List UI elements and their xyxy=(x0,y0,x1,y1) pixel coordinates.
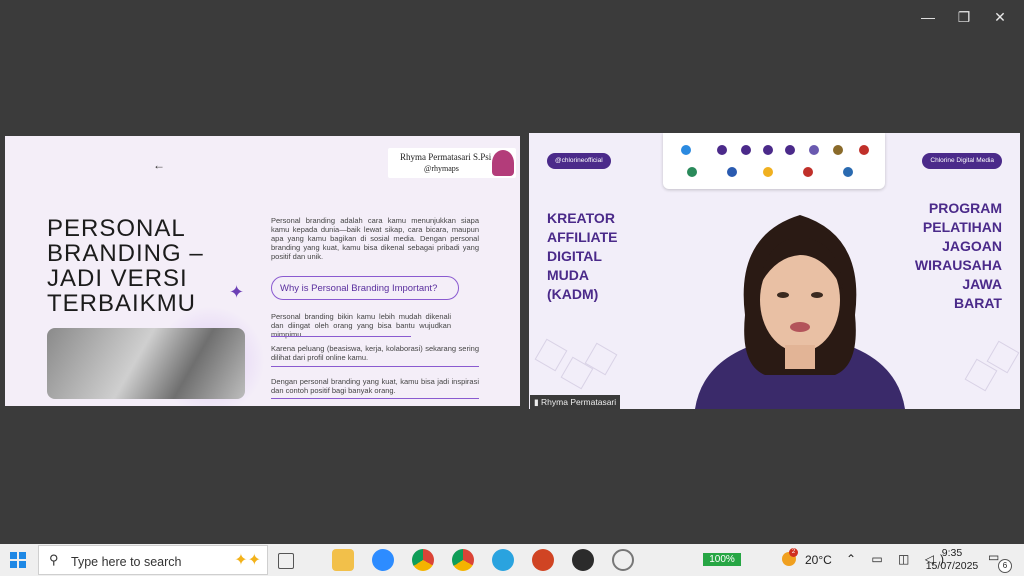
participant-name: Rhyma Permatasari xyxy=(541,397,617,407)
search-icon: ⚲ xyxy=(49,552,59,567)
logo-icon xyxy=(809,145,819,155)
facebook-badge: Chlorine Digital Media xyxy=(922,153,1002,169)
title-line: DIGITAL xyxy=(547,248,602,264)
presenter-handle: @rhymaps xyxy=(424,164,459,173)
battery-indicator[interactable]: 100% xyxy=(703,553,741,566)
taskbar-search-box[interactable]: ⚲ Type here to search ✦✦ xyxy=(38,545,268,575)
presenter-video-feed xyxy=(695,215,905,409)
window-controls: — ❐ ✕ xyxy=(910,6,1018,28)
slide-paragraph-1: Personal branding adalah cara kamu menun… xyxy=(271,216,479,261)
sponsor-logo-strip xyxy=(663,133,885,189)
minimize-button[interactable]: — xyxy=(910,6,946,28)
obs-icon[interactable] xyxy=(612,549,634,571)
instagram-badge: @chlorineofficial xyxy=(547,153,611,169)
logo-icon xyxy=(681,145,691,155)
logo-icon xyxy=(763,145,773,155)
notification-icon[interactable]: ▭ 6 xyxy=(988,550,1012,573)
title-line: MUDA xyxy=(547,267,589,283)
divider xyxy=(271,398,479,399)
taskbar-clock[interactable]: 9:35 15/07/2025 xyxy=(924,547,980,573)
participant-video[interactable]: @chlorineofficial Chlorine Digital Media… xyxy=(529,133,1020,409)
powerpoint-icon[interactable] xyxy=(532,549,554,571)
chrome-icon[interactable] xyxy=(412,549,434,571)
participant-name-tag: ▮ Rhyma Permatasari xyxy=(530,395,621,409)
shared-presentation: ← Rhyma Permatasari S.Psi @rhymaps PERSO… xyxy=(5,136,520,406)
logo-icon xyxy=(717,145,727,155)
slide-paragraph-4: Dengan personal branding yang kuat, kamu… xyxy=(271,377,479,395)
logo-icon xyxy=(727,167,737,177)
title-line: TERBAIKMU xyxy=(47,290,197,317)
logo-icon xyxy=(859,145,869,155)
presenter-tag: Rhyma Permatasari S.Psi @rhymaps xyxy=(388,148,516,178)
divider xyxy=(271,336,411,337)
slide-title: PERSONAL BRANDING – JADI VERSI TERBAIKMU xyxy=(47,216,232,316)
program-title-left: KREATOR AFFILIATE DIGITAL MUDA (KADM) xyxy=(547,209,647,304)
media-player-icon[interactable] xyxy=(572,549,594,571)
logo-icon xyxy=(687,167,697,177)
logo-icon xyxy=(843,167,853,177)
file-explorer-icon[interactable] xyxy=(332,549,354,571)
chrome-profile-icon[interactable] xyxy=(452,549,474,571)
task-view-icon[interactable] xyxy=(278,553,294,569)
presenter-avatar xyxy=(492,150,514,176)
time: 9:35 xyxy=(941,547,963,559)
windows-taskbar: ⚲ Type here to search ✦✦ 100% 2 20°C ⌃ ▭… xyxy=(0,544,1024,576)
slide-paragraph-2: Personal branding bikin kamu lebih mudah… xyxy=(271,312,451,339)
title-line: BRANDING – xyxy=(47,240,204,267)
logo-icon xyxy=(833,145,843,155)
slide-paragraph-3: Karena peluang (beasiswa, kerja, kolabor… xyxy=(271,344,479,362)
close-button[interactable]: ✕ xyxy=(982,6,1018,28)
hex-decoration xyxy=(534,338,568,372)
signal-icon: ▮ xyxy=(534,397,542,407)
windows-start-icon[interactable] xyxy=(10,552,26,568)
sparkle-icon: ✦ xyxy=(229,282,245,302)
notification-count: 6 xyxy=(998,559,1012,573)
date: 15/07/2025 xyxy=(925,560,979,572)
restore-button[interactable]: ❐ xyxy=(946,6,982,28)
logo-icon xyxy=(803,167,813,177)
sparkle-icon: ✦✦ xyxy=(234,552,261,569)
back-arrow-icon: ← xyxy=(153,158,165,172)
telegram-icon[interactable] xyxy=(492,549,514,571)
temperature[interactable]: 20°C xyxy=(805,553,832,567)
slide-pill-heading: Why is Personal Branding Important? xyxy=(271,276,459,300)
title-line: KREATOR xyxy=(547,210,615,226)
logo-icon xyxy=(785,145,795,155)
logo-icon xyxy=(741,145,751,155)
title-line: AFFILIATE xyxy=(547,229,618,245)
search-placeholder: Type here to search xyxy=(71,555,182,569)
logo-icon xyxy=(763,167,773,177)
presenter-name: Rhyma Permatasari S.Psi xyxy=(400,152,492,162)
laptop-photo xyxy=(47,328,245,399)
title-line: PERSONAL xyxy=(47,215,186,242)
title-line: (KADM) xyxy=(547,286,599,302)
weather-badge: 2 xyxy=(789,548,798,557)
divider xyxy=(271,366,479,367)
title-line: JADI VERSI xyxy=(47,265,188,292)
zoom-icon[interactable] xyxy=(372,549,394,571)
